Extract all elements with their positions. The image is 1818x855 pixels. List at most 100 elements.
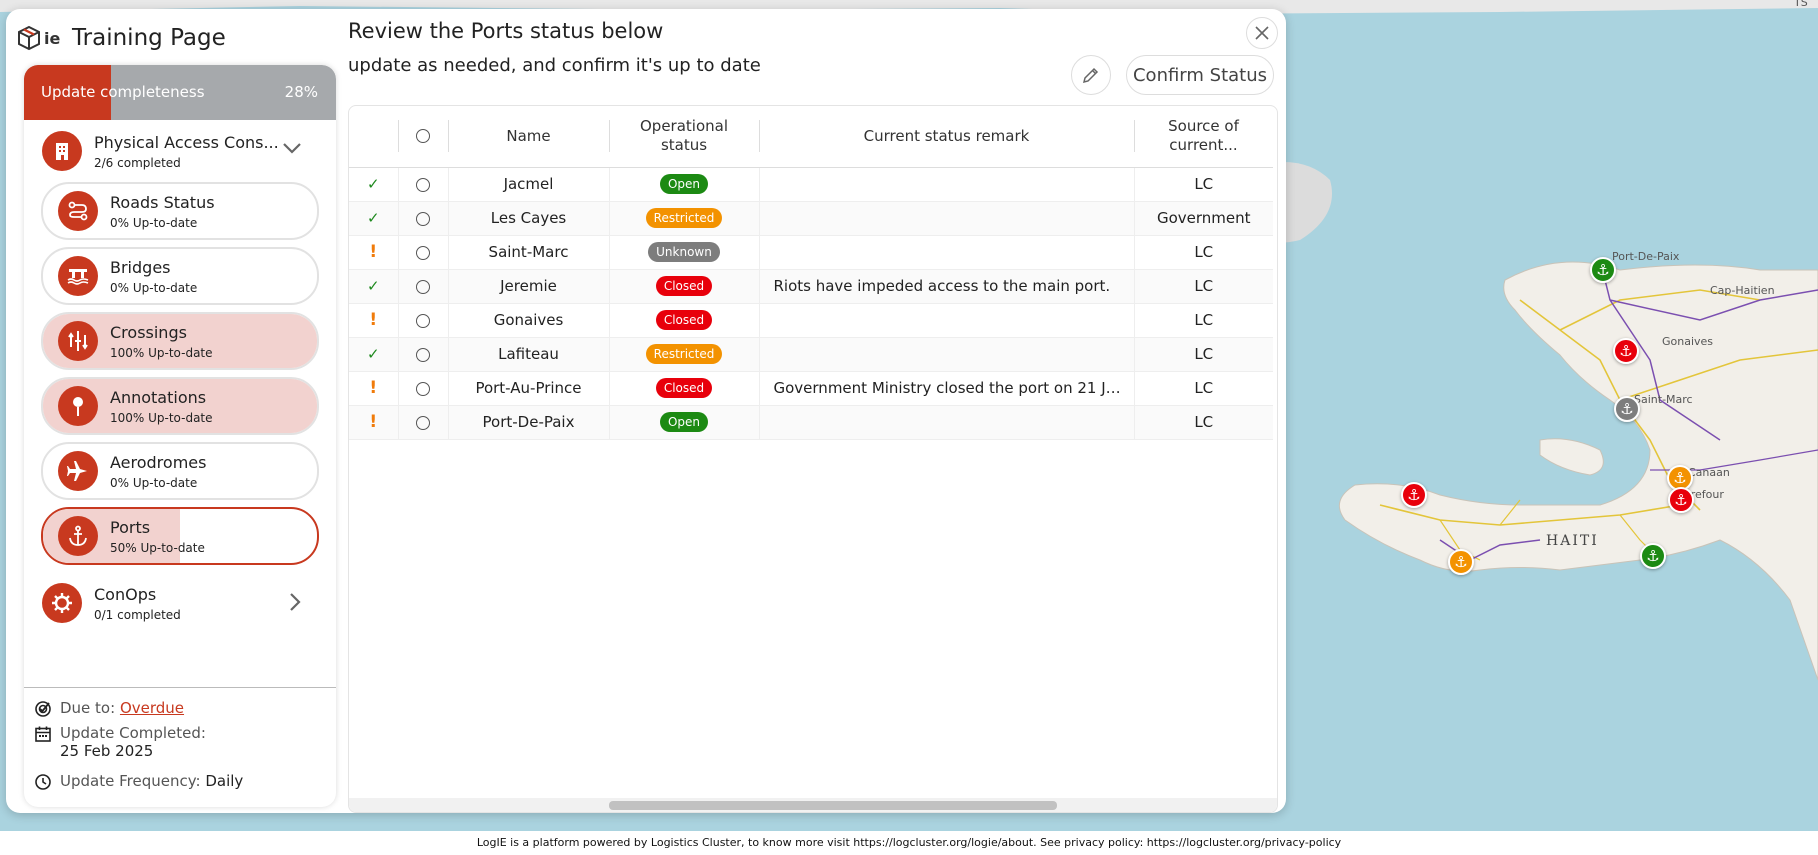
table-row[interactable]: ✓ Les Cayes Restricted Government: [349, 201, 1273, 236]
port-name: Saint-Marc: [447, 235, 609, 270]
anchor-icon: ⚓: [1407, 486, 1421, 504]
table-row[interactable]: ! Saint-Marc Unknown LC: [349, 235, 1273, 270]
status-badge[interactable]: Restricted: [645, 208, 723, 228]
status-cell[interactable]: Unknown: [608, 235, 759, 270]
anchor-icon: ⚓: [1454, 553, 1468, 571]
row-select[interactable]: [397, 167, 448, 202]
status-badge[interactable]: Closed: [655, 276, 713, 296]
row-radio[interactable]: [416, 415, 430, 430]
row-radio[interactable]: [416, 177, 430, 192]
map-label: HAITI: [1546, 533, 1599, 549]
row-select[interactable]: [397, 405, 448, 440]
row-select[interactable]: [397, 303, 448, 338]
status-cell[interactable]: Closed: [608, 269, 759, 304]
item-status: 100% Up-to-date: [110, 345, 213, 360]
row-radio[interactable]: [416, 381, 430, 396]
remark-cell[interactable]: [758, 167, 1134, 202]
map-port-pin[interactable]: ⚓: [1613, 338, 1639, 364]
table-row[interactable]: ✓ Jacmel Open LC: [349, 167, 1273, 202]
layer-item-aerodromes[interactable]: Aerodromes 0% Up-to-date: [41, 442, 319, 500]
remark-cell[interactable]: [758, 405, 1134, 440]
edit-button[interactable]: [1071, 55, 1111, 95]
map-port-pin[interactable]: ⚓: [1668, 487, 1694, 513]
status-badge[interactable]: Closed: [655, 378, 713, 398]
row-select[interactable]: [397, 235, 448, 270]
port-name: Gonaives: [447, 303, 609, 338]
remark-cell[interactable]: [758, 303, 1134, 338]
row-radio[interactable]: [416, 279, 430, 294]
status-cell[interactable]: Closed: [608, 303, 759, 338]
scrollbar-thumb[interactable]: [609, 801, 1057, 810]
row-select[interactable]: [397, 269, 448, 304]
remark-cell[interactable]: Government Ministry closed the port on 2…: [758, 371, 1134, 406]
header-name[interactable]: Name: [448, 106, 609, 168]
frequency-value: Daily: [205, 772, 244, 790]
layer-item-ports[interactable]: Ports 50% Up-to-date: [41, 507, 319, 565]
status-badge[interactable]: Open: [659, 174, 709, 194]
group-physical-access[interactable]: Physical Access Cons... 2/6 completed: [24, 120, 336, 182]
status-cell[interactable]: Restricted: [608, 337, 759, 372]
status-cell[interactable]: Restricted: [608, 201, 759, 236]
status-badge[interactable]: Restricted: [645, 344, 723, 364]
header-select-all[interactable]: [398, 106, 448, 168]
table-row[interactable]: ✓ Jeremie Closed Riots have impeded access …: [349, 269, 1273, 304]
remark-cell[interactable]: [758, 201, 1134, 236]
table-row[interactable]: ! Port-Au-Prince Closed Government Ministry…: [349, 371, 1273, 406]
due-link[interactable]: Overdue: [120, 699, 184, 717]
header-remark[interactable]: Current status remark: [759, 106, 1134, 168]
layer-item-annotations[interactable]: Annotations 100% Up-to-date: [41, 377, 319, 435]
status-cell[interactable]: Open: [608, 167, 759, 202]
completed-row: Update Completed: 25 Feb 2025: [34, 724, 206, 760]
clock-icon: [34, 773, 52, 791]
row-radio[interactable]: [416, 313, 430, 328]
layer-item-crossings[interactable]: Crossings 100% Up-to-date: [41, 312, 319, 370]
row-radio[interactable]: [416, 211, 430, 226]
map-port-pin[interactable]: ⚓: [1614, 396, 1640, 422]
table-row[interactable]: ✓ Lafiteau Restricted LC: [349, 337, 1273, 372]
row-select[interactable]: [397, 201, 448, 236]
group-progress: 2/6 completed: [94, 155, 181, 170]
remark-cell[interactable]: [758, 337, 1134, 372]
map-port-pin[interactable]: ⚓: [1590, 257, 1616, 283]
table-row[interactable]: ! Port-De-Paix Open LC: [349, 405, 1273, 440]
status-badge[interactable]: Closed: [655, 310, 713, 330]
row-state: ✓: [349, 337, 398, 372]
horizontal-scrollbar[interactable]: [349, 798, 1277, 812]
anchor-icon: ⚓: [1619, 342, 1633, 360]
table-row[interactable]: ! Gonaives Closed LC: [349, 303, 1273, 338]
map-port-pin[interactable]: ⚓: [1448, 549, 1474, 575]
close-button[interactable]: [1246, 17, 1278, 49]
layer-item-roads-status[interactable]: Roads Status 0% Up-to-date: [41, 182, 319, 240]
remark-cell[interactable]: Riots have impeded access to the main po…: [758, 269, 1134, 304]
header-source[interactable]: Source of current...: [1134, 106, 1273, 168]
chevron-right-icon[interactable]: [288, 592, 302, 616]
anchor-icon: ⚓: [1620, 400, 1634, 418]
status-cell[interactable]: Open: [608, 405, 759, 440]
item-status: 0% Up-to-date: [110, 475, 198, 490]
row-select[interactable]: [397, 371, 448, 406]
status-cell[interactable]: Closed: [608, 371, 759, 406]
row-radio[interactable]: [416, 347, 430, 362]
row-select[interactable]: [397, 337, 448, 372]
item-name: Bridges: [110, 257, 171, 277]
ports-table: Name Operational status Current status r…: [348, 105, 1278, 813]
row-radio[interactable]: [416, 245, 430, 260]
group-conops[interactable]: ConOps 0/1 completed: [24, 572, 336, 634]
map-label: Gonaives: [1662, 335, 1714, 348]
header-operational-status[interactable]: Operational status: [609, 106, 759, 168]
remark-cell[interactable]: [758, 235, 1134, 270]
table-body: ✓ Jacmel Open LC ✓ Les Cayes Restricted Governm…: [349, 167, 1273, 440]
frequency-row: Update Frequency: Daily: [34, 772, 243, 791]
due-label: Due to:: [60, 699, 116, 717]
map-port-pin[interactable]: ⚓: [1401, 482, 1427, 508]
layer-item-bridges[interactable]: Bridges 0% Up-to-date: [41, 247, 319, 305]
map-port-pin[interactable]: ⚓: [1640, 543, 1666, 569]
status-badge[interactable]: Unknown: [648, 242, 720, 262]
progress-percent: 28%: [284, 83, 318, 101]
confirm-status-button[interactable]: Confirm Status: [1126, 55, 1274, 95]
row-state: !: [349, 405, 398, 440]
divider: [24, 687, 336, 688]
status-badge[interactable]: Open: [659, 412, 709, 432]
chevron-down-icon[interactable]: [282, 140, 302, 159]
select-all-radio[interactable]: [416, 129, 430, 144]
